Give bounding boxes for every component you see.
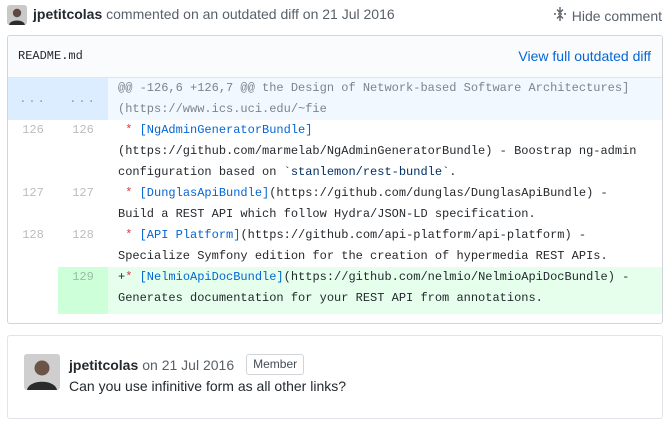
old-line-number[interactable]: 127 [8, 183, 58, 225]
hide-comment-button[interactable]: Hide comment [553, 6, 662, 25]
old-line-number [8, 267, 58, 314]
comment-meta: jpetitcolas on 21 Jul 2016 Member [69, 354, 305, 375]
old-line-number[interactable]: 126 [8, 120, 58, 183]
diff-line: 126 126 * [NgAdminGeneratorBundle] (http… [8, 120, 662, 183]
diff-line-code: * [DunglasApiBundle](https://github.com/… [118, 186, 608, 221]
comment-action-text: commented on an outdated diff on 21 Jul … [102, 6, 395, 22]
hunk-expand-new[interactable]: ... [58, 78, 108, 120]
review-comment: jpetitcolas on 21 Jul 2016 Member Can yo… [7, 335, 663, 419]
diff-line: 127 127 * [DunglasApiBundle](https://git… [8, 183, 662, 225]
new-line-number[interactable]: 129 [58, 267, 108, 314]
member-badge: Member [246, 354, 305, 375]
new-line-number[interactable]: 128 [58, 225, 108, 267]
file-name: README.md [18, 49, 83, 63]
hunk-header-text: @@ -126,6 +126,7 @@ the Design of Networ… [118, 81, 630, 116]
outdated-diff-box: README.md View full outdated diff ... ..… [7, 35, 663, 324]
fold-icon [553, 6, 567, 25]
author-link[interactable]: jpetitcolas [33, 6, 102, 22]
comment-author-avatar[interactable] [24, 354, 60, 390]
hunk-header-row: ... ... @@ -126,6 +126,7 @@ the Design o… [8, 78, 662, 120]
diff-table: ... ... @@ -126,6 +126,7 @@ the Design o… [8, 78, 662, 314]
diff-line: 128 128 * [API Platform](https://github.… [8, 225, 662, 267]
diff-line-code: * [NgAdminGeneratorBundle] (https://gith… [118, 123, 637, 179]
comment-header-bar: jpetitcolas commented on an outdated dif… [0, 0, 670, 30]
diff-line-code: * [API Platform](https://github.com/api-… [118, 228, 608, 263]
comment-author-link[interactable]: jpetitcolas [69, 357, 138, 373]
new-line-number[interactable]: 127 [58, 183, 108, 225]
diff-line-code: +* [NelmioApiDocBundle](https://github.c… [118, 270, 630, 305]
hide-comment-label: Hide comment [571, 7, 662, 24]
comment-summary: jpetitcolas commented on an outdated dif… [33, 6, 395, 22]
comment-date[interactable]: on 21 Jul 2016 [142, 357, 234, 373]
view-full-diff-link[interactable]: View full outdated diff [518, 48, 651, 64]
user-avatar-small[interactable] [7, 5, 27, 25]
comment-body: Can you use infinitive form as all other… [69, 378, 347, 394]
hunk-expand-old[interactable]: ... [8, 78, 58, 120]
old-line-number[interactable]: 128 [8, 225, 58, 267]
file-header: README.md View full outdated diff [8, 36, 662, 78]
diff-line-added: 129 +* [NelmioApiDocBundle](https://gith… [8, 267, 662, 314]
new-line-number[interactable]: 126 [58, 120, 108, 183]
